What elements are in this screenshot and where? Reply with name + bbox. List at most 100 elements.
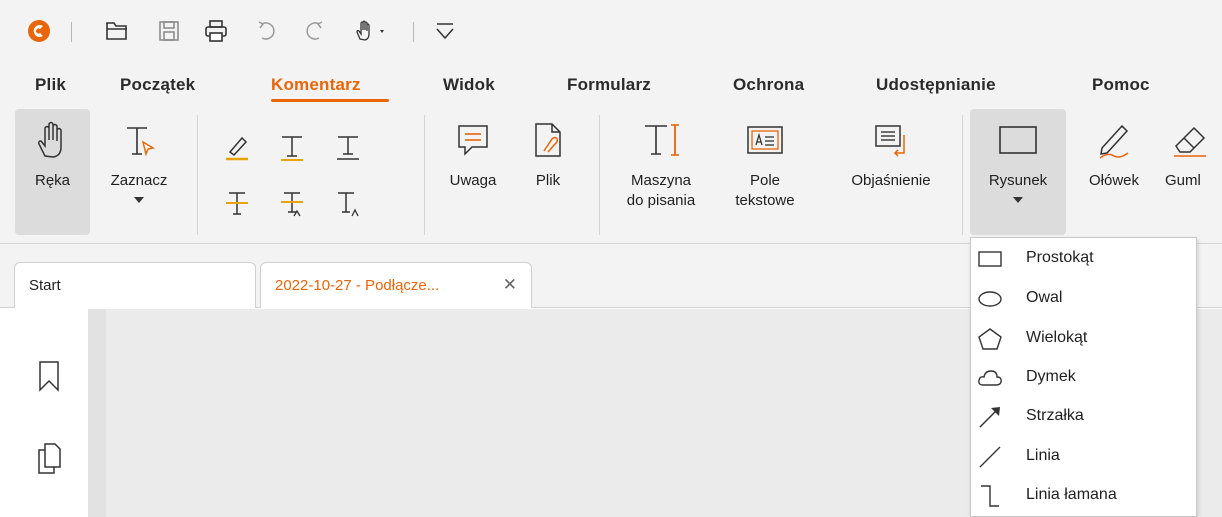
insert-text-icon xyxy=(330,183,366,223)
oval-icon xyxy=(977,286,1003,312)
menu-item-label: Prostokąt xyxy=(1026,249,1094,266)
eraser-button[interactable]: Guml xyxy=(1158,109,1222,209)
pencil-button[interactable]: Ołówek xyxy=(1072,109,1156,209)
select-tool-label: Zaznacz xyxy=(110,172,168,189)
open-folder-icon[interactable] xyxy=(104,18,130,44)
ribbon: Ręka Zaznacz Uwaga Plik Maszyna do pisan… xyxy=(0,107,1222,244)
menu-udostepnianie[interactable]: Udostępnianie xyxy=(876,75,996,95)
file-attachment-icon xyxy=(520,109,576,171)
polygon-icon xyxy=(977,326,1003,352)
highlighter-icon xyxy=(219,129,255,165)
redo-icon[interactable] xyxy=(301,18,327,44)
ribbon-separator xyxy=(197,115,198,235)
select-tool-button[interactable]: Zaznacz xyxy=(96,109,182,235)
sidebar-divider[interactable] xyxy=(88,309,106,517)
strikeout-icon xyxy=(219,183,255,223)
active-tab-indicator xyxy=(271,99,389,102)
quick-access-toolbar xyxy=(0,0,1222,65)
textbox-button[interactable]: Pole tekstowe xyxy=(712,109,818,235)
menu-item-polyline[interactable]: Linia łamana xyxy=(971,477,1196,515)
replace-text-button[interactable] xyxy=(274,183,310,223)
tab-document-label: 2022-10-27 - Podłącze... xyxy=(275,277,440,294)
menu-bar: Plik Początek Komentarz Widok Formularz … xyxy=(0,65,1222,107)
callout-icon xyxy=(828,109,954,171)
menu-item-cloud[interactable]: Dymek xyxy=(971,359,1196,397)
menu-item-line[interactable]: Linia xyxy=(971,438,1196,476)
hand-tool-label: Ręka xyxy=(34,172,71,189)
textbox-label-line1: Pole xyxy=(749,172,781,189)
pencil-icon xyxy=(1072,109,1156,171)
note-label: Uwaga xyxy=(449,172,497,189)
pencil-label: Ołówek xyxy=(1088,172,1140,189)
save-icon[interactable] xyxy=(156,18,182,44)
menu-ochrona[interactable]: Ochrona xyxy=(733,75,804,95)
menu-item-oval[interactable]: Owal xyxy=(971,280,1196,318)
drawing-label: Rysunek xyxy=(988,172,1048,189)
chevron-down-icon xyxy=(134,197,144,203)
callout-button[interactable]: Objaśnienie xyxy=(828,109,954,209)
select-text-icon xyxy=(96,109,182,171)
menu-item-label: Linia łamana xyxy=(1026,486,1117,503)
rectangle-icon xyxy=(977,246,1003,272)
callout-label: Objaśnienie xyxy=(851,172,931,189)
menu-item-polygon[interactable]: Wielokąt xyxy=(971,320,1196,358)
strikeout-button[interactable] xyxy=(219,183,255,223)
menu-item-label: Strzałka xyxy=(1026,407,1084,424)
menu-item-label: Linia xyxy=(1026,447,1060,464)
underline-text-icon xyxy=(274,129,310,165)
menu-pomoc[interactable]: Pomoc xyxy=(1092,75,1150,95)
hand-tool-dropdown-icon[interactable] xyxy=(352,18,392,44)
app-logo-icon[interactable] xyxy=(26,18,52,44)
ribbon-separator xyxy=(962,115,963,235)
menu-item-arrow[interactable]: Strzałka xyxy=(971,398,1196,436)
toolbar-separator xyxy=(71,22,72,42)
file-attachment-button[interactable]: Plik xyxy=(520,109,576,209)
menu-item-label: Dymek xyxy=(1026,368,1076,385)
print-icon[interactable] xyxy=(203,18,229,44)
textbox-icon xyxy=(712,109,818,171)
squiggly-text-button[interactable] xyxy=(330,129,366,165)
menu-formularz[interactable]: Formularz xyxy=(567,75,651,95)
menu-item-label: Owal xyxy=(1026,289,1063,306)
file-attachment-label: Plik xyxy=(535,172,561,189)
menu-plik[interactable]: Plik xyxy=(35,75,66,95)
ribbon-separator xyxy=(424,115,425,235)
line-icon xyxy=(977,444,1003,470)
textbox-label-line2: tekstowe xyxy=(735,192,795,209)
bookmark-icon[interactable] xyxy=(36,359,62,393)
note-button[interactable]: Uwaga xyxy=(436,109,510,209)
eraser-icon xyxy=(1158,109,1222,171)
hand-tool-button[interactable]: Ręka xyxy=(15,109,90,235)
tab-start[interactable]: Start xyxy=(14,262,256,308)
highlight-button[interactable] xyxy=(219,129,255,165)
chevron-down-icon xyxy=(1013,197,1023,203)
menu-widok[interactable]: Widok xyxy=(443,75,495,95)
arrow-icon xyxy=(977,404,1003,430)
insert-text-button[interactable] xyxy=(330,183,366,223)
drawing-dropdown-button[interactable]: Rysunek xyxy=(970,109,1066,235)
typewriter-label-line2: do pisania xyxy=(626,192,696,209)
tab-document[interactable]: 2022-10-27 - Podłącze... ✕ xyxy=(260,262,532,308)
squiggly-text-icon xyxy=(330,129,366,165)
pages-icon[interactable] xyxy=(36,441,62,475)
eraser-label: Guml xyxy=(1165,172,1201,189)
ribbon-separator xyxy=(599,115,600,235)
toolbar-separator xyxy=(413,22,414,42)
underline-text-button[interactable] xyxy=(274,129,310,165)
typewriter-button[interactable]: Maszyna do pisania xyxy=(612,109,710,235)
close-icon[interactable]: ✕ xyxy=(503,276,517,293)
note-icon xyxy=(436,109,510,171)
menu-poczatek[interactable]: Początek xyxy=(120,75,195,95)
undo-icon[interactable] xyxy=(254,18,280,44)
polyline-icon xyxy=(977,483,1003,509)
menu-komentarz[interactable]: Komentarz xyxy=(271,75,361,95)
navigation-sidebar xyxy=(0,309,88,517)
customize-toolbar-icon[interactable] xyxy=(432,18,458,44)
cropped-text-strip xyxy=(0,0,1222,8)
menu-item-rectangle[interactable]: Prostokąt xyxy=(971,240,1196,278)
typewriter-label-line1: Maszyna xyxy=(630,172,692,189)
tab-start-label: Start xyxy=(29,277,61,294)
drawing-dropdown-menu: Prostokąt Owal Wielokąt Dymek Strzałka L… xyxy=(970,237,1197,517)
rectangle-drawing-icon xyxy=(970,109,1066,171)
menu-item-label: Wielokąt xyxy=(1026,329,1088,346)
